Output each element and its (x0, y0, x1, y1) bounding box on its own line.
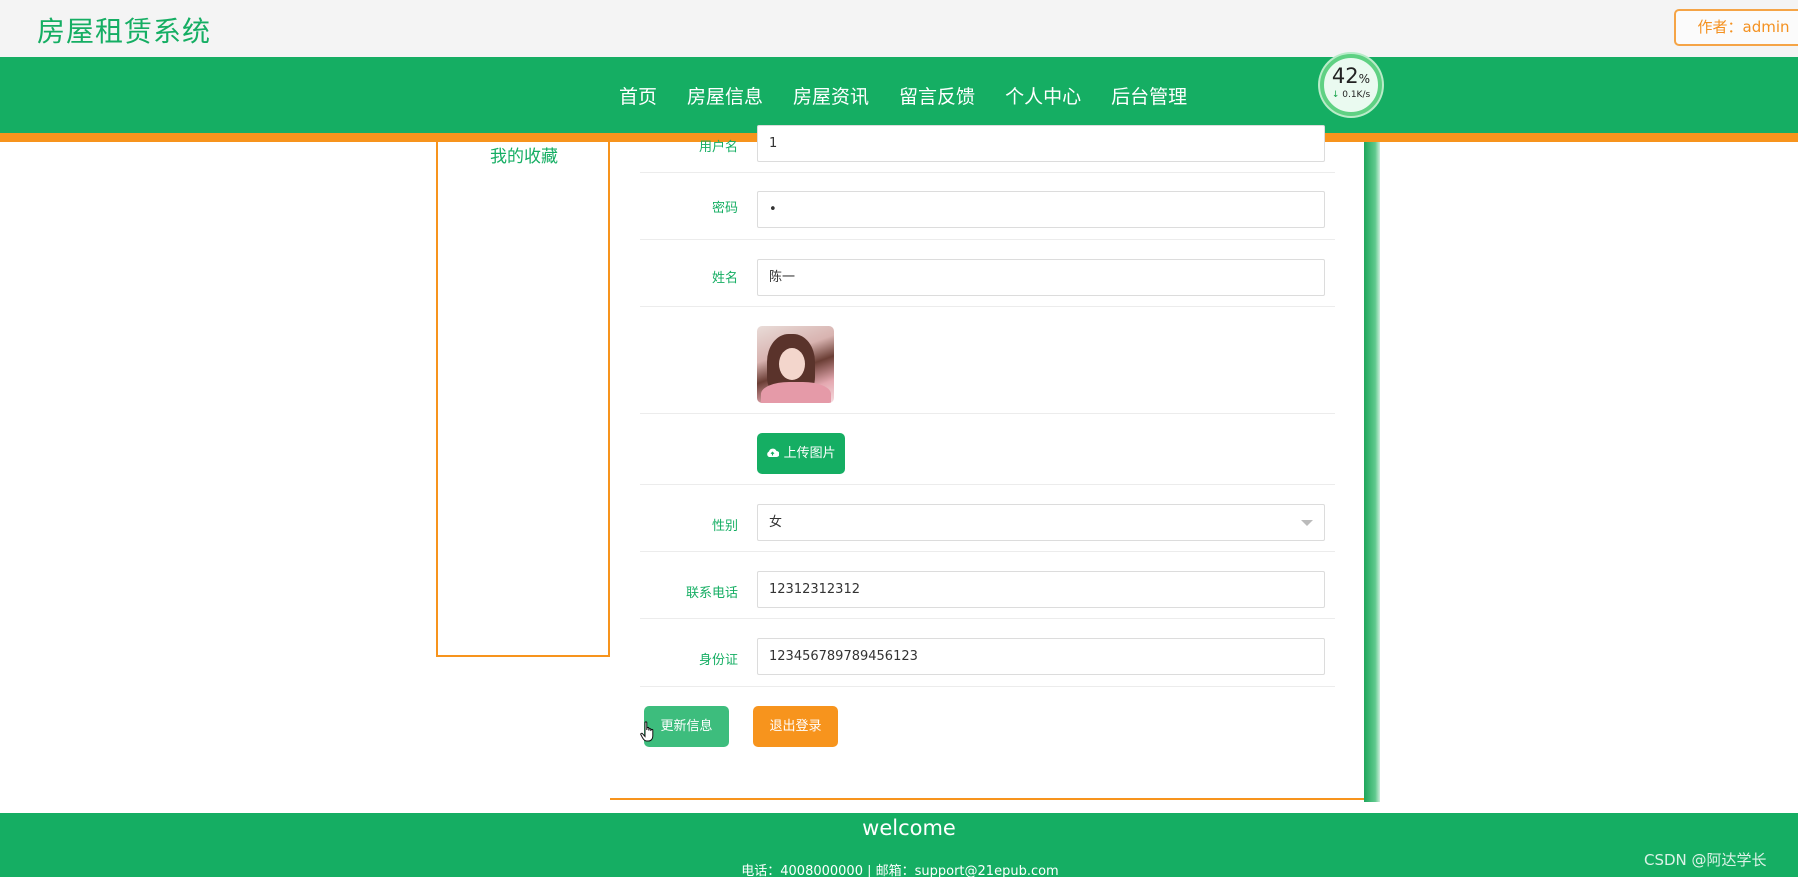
name-label: 姓名 (711, 271, 738, 286)
footer-contact: 电话：4008000000 | 邮箱：support@21epub.com (741, 864, 1059, 879)
id-card-label: 身份证 (698, 653, 738, 668)
author-badge[interactable]: 作者：admin (1674, 9, 1798, 46)
sidebar-panel: 我的收藏 (436, 142, 610, 657)
speed-percent: 42% (1331, 64, 1371, 88)
username-field[interactable]: 1 (757, 125, 1325, 162)
chevron-down-icon (1301, 520, 1313, 526)
footer: welcome 电话：4008000000 | 邮箱：support@21epu… (0, 813, 1798, 879)
panel-side-strip (1364, 142, 1380, 802)
id-card-field[interactable]: 123456789789456123 (757, 638, 1325, 675)
phone-label: 联系电话 (685, 586, 738, 601)
logout-button[interactable]: 退出登录 (753, 706, 838, 747)
gender-label: 性别 (711, 519, 738, 534)
nav-item-home[interactable]: 首页 (619, 82, 657, 109)
avatar-image (757, 326, 834, 403)
form-row-username: 用户名 1 (640, 125, 1335, 173)
csdn-watermark: CSDN @阿达学长 (1644, 851, 1767, 869)
nav-item-admin[interactable]: 后台管理 (1111, 82, 1187, 109)
network-speed-widget[interactable]: 42% ↓ 0.1K/s (1320, 54, 1382, 116)
form-row-password: 密码 • (640, 172, 1335, 240)
nav-item-feedback[interactable]: 留言反馈 (899, 82, 975, 109)
nav-item-house-info[interactable]: 房屋信息 (687, 82, 763, 109)
gender-selected-value: 女 (769, 515, 783, 530)
cloud-upload-icon (766, 446, 783, 461)
form-row-id-card: 身份证 123456789789456123 (640, 618, 1335, 687)
footer-title: welcome (862, 816, 956, 840)
nav-menu: 首页 房屋信息 房屋资讯 留言反馈 个人中心 后台管理 (604, 57, 1202, 133)
main-nav: 首页 房屋信息 房屋资讯 留言反馈 个人中心 后台管理 (0, 57, 1798, 133)
avatar-shirt (761, 382, 831, 403)
gender-select[interactable]: 女 (757, 504, 1325, 541)
phone-field[interactable]: 12312312312 (757, 571, 1325, 608)
form-row-upload (640, 413, 1335, 485)
upload-button-label: 上传图片 (783, 446, 836, 461)
username-label: 用户名 (698, 140, 738, 155)
speed-rate: ↓ 0.1K/s (1331, 90, 1371, 100)
top-bar: 房屋租赁系统 作者：admin (0, 0, 1798, 57)
sidebar-item-favorites[interactable]: 我的收藏 (490, 142, 558, 167)
upload-image-button[interactable]: 上传图片 (757, 433, 845, 474)
form-row-name: 姓名 陈一 (640, 239, 1335, 307)
download-arrow-icon: ↓ (1331, 90, 1340, 100)
avatar-face (779, 348, 805, 380)
site-title: 房屋租赁系统 (37, 15, 212, 48)
nav-item-house-news[interactable]: 房屋资讯 (793, 82, 869, 109)
password-field[interactable]: • (757, 191, 1325, 228)
password-label: 密码 (711, 201, 738, 216)
name-field[interactable]: 陈一 (757, 259, 1325, 296)
form-row-phone: 联系电话 12312312312 (640, 551, 1335, 619)
hand-cursor-icon (640, 721, 654, 742)
update-info-button[interactable]: 更新信息 (644, 706, 729, 747)
form-row-gender: 性别 女 (640, 484, 1335, 552)
nav-item-personal-center[interactable]: 个人中心 (1005, 82, 1081, 109)
form-row-avatar (640, 306, 1335, 414)
